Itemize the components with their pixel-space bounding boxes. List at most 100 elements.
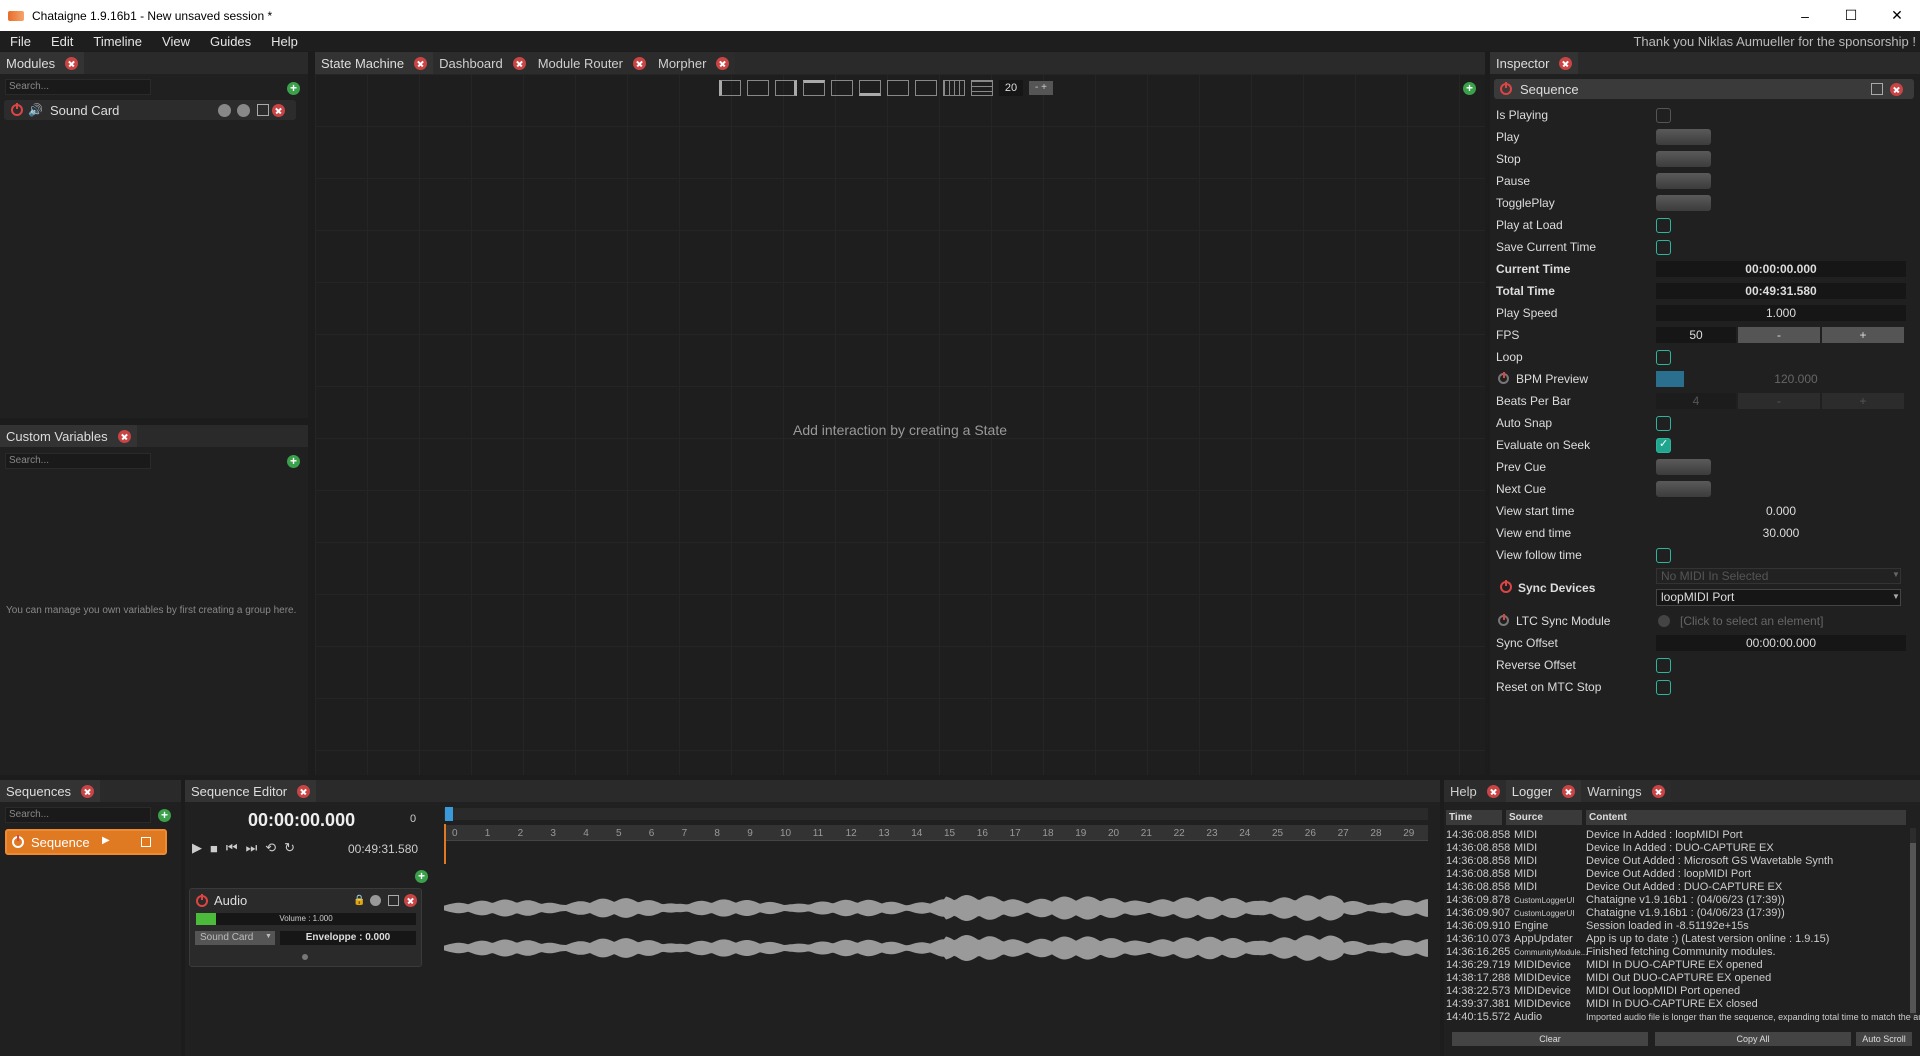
- resize-handle[interactable]: [302, 954, 308, 960]
- current-time-field[interactable]: 00:00:00.000: [1656, 261, 1906, 277]
- audio-device-dropdown[interactable]: Sound Card: [195, 931, 275, 945]
- midi-out-dropdown[interactable]: loopMIDI Port: [1656, 589, 1901, 606]
- tab-dashboard[interactable]: Dashboard: [433, 52, 532, 74]
- envelope-field[interactable]: Enveloppe : 0.000: [280, 931, 416, 945]
- tab-sequences[interactable]: Sequences: [0, 780, 101, 802]
- log-row[interactable]: 14:36:09.907 CustomLoggerUI Chataigne v1.9…: [1446, 907, 1785, 920]
- menu-timeline[interactable]: Timeline: [83, 34, 152, 49]
- menu-help[interactable]: Help: [261, 34, 308, 49]
- distribute-h-icon[interactable]: [887, 80, 909, 96]
- reverse-offset-checkbox[interactable]: [1656, 658, 1671, 673]
- reset-mtc-checkbox[interactable]: [1656, 680, 1671, 695]
- enable-checkbox[interactable]: [388, 895, 399, 906]
- log-scrollbar[interactable]: [1910, 828, 1916, 1018]
- tab-help[interactable]: Help: [1444, 780, 1506, 802]
- close-icon[interactable]: [716, 56, 730, 70]
- menu-file[interactable]: File: [0, 34, 41, 49]
- log-row[interactable]: 14:38:22.573 MIDIDevice MIDI Out loopMIDI …: [1446, 985, 1740, 998]
- log-row[interactable]: 14:36:08.858 MIDI Device Out Added : Micro…: [1446, 855, 1833, 868]
- tab-logger[interactable]: Logger: [1505, 780, 1582, 802]
- align-top-icon[interactable]: [803, 80, 825, 96]
- align-right-icon[interactable]: [775, 80, 797, 96]
- log-row[interactable]: 14:36:08.858 MIDI Device In Added : loopMI…: [1446, 829, 1743, 842]
- view-end-field[interactable]: 30.000: [1656, 525, 1906, 541]
- fps-minus-button[interactable]: -: [1738, 327, 1820, 343]
- tab-inspector[interactable]: Inspector: [1490, 52, 1579, 74]
- clear-button[interactable]: Clear: [1452, 1032, 1648, 1046]
- log-row[interactable]: 14:36:08.858 MIDI Device Out Added : loopM…: [1446, 868, 1751, 881]
- loop-icon[interactable]: ⟲: [265, 840, 276, 856]
- column-header-time[interactable]: Time: [1446, 810, 1502, 825]
- pause-trigger-button[interactable]: [1656, 173, 1711, 189]
- add-module-icon[interactable]: +: [287, 82, 300, 95]
- remove-icon[interactable]: [1890, 83, 1903, 96]
- sequence-item[interactable]: Sequence ▶: [5, 829, 167, 855]
- log-row[interactable]: 14:38:17.288 MIDIDevice MIDI Out DUO-CAPTU…: [1446, 972, 1771, 985]
- log-row[interactable]: 14:36:29.719 MIDIDevice MIDI In DUO-CAPTUR…: [1446, 959, 1763, 972]
- stop-trigger-button[interactable]: [1656, 151, 1711, 167]
- maximize-button[interactable]: ☐: [1828, 0, 1874, 31]
- fps-field[interactable]: 50: [1656, 327, 1736, 343]
- play-icon[interactable]: ▶: [192, 840, 202, 856]
- tab-custom-variables[interactable]: Custom Variables: [0, 425, 137, 447]
- close-window-button[interactable]: ✕: [1874, 0, 1920, 31]
- distribute-v-icon[interactable]: [915, 80, 937, 96]
- view-start-field[interactable]: 0.000: [1656, 503, 1906, 519]
- grid-icon[interactable]: [943, 80, 965, 96]
- log-row[interactable]: 14:36:09.878 CustomLoggerUI Chataigne v1.9…: [1446, 894, 1785, 907]
- grid-size-field[interactable]: 20: [999, 80, 1023, 96]
- tab-morpher[interactable]: Morpher: [652, 52, 736, 74]
- enable-checkbox[interactable]: [257, 104, 269, 116]
- play-icon[interactable]: ▶: [102, 835, 110, 846]
- tab-modules[interactable]: Modules: [0, 52, 85, 74]
- beats-plus-button[interactable]: +: [1822, 393, 1904, 409]
- play-at-load-checkbox[interactable]: [1656, 218, 1671, 233]
- auto-snap-checkbox[interactable]: [1656, 416, 1671, 431]
- align-center-v-icon[interactable]: [831, 80, 853, 96]
- add-sequence-icon[interactable]: +: [158, 809, 171, 822]
- snap-grid-icon[interactable]: [971, 80, 993, 96]
- add-layer-icon[interactable]: +: [415, 870, 428, 883]
- menu-guides[interactable]: Guides: [200, 34, 261, 49]
- timeline-scrollbar[interactable]: [444, 808, 1428, 820]
- play-trigger-button[interactable]: [1656, 129, 1711, 145]
- close-icon[interactable]: [81, 784, 95, 798]
- power-icon[interactable]: [196, 894, 208, 907]
- view-follow-checkbox[interactable]: [1656, 548, 1671, 563]
- stop-icon[interactable]: ■: [210, 841, 218, 856]
- tab-state-machine[interactable]: State Machine: [315, 52, 434, 74]
- close-icon[interactable]: [1559, 56, 1573, 70]
- close-icon[interactable]: [1486, 784, 1500, 798]
- log-row[interactable]: 14:39:37.381 MIDIDevice MIDI In DUO-CAPTUR…: [1446, 998, 1758, 1011]
- menu-edit[interactable]: Edit: [41, 34, 83, 49]
- grid-size-stepper[interactable]: - +: [1029, 81, 1053, 95]
- power-icon[interactable]: [1498, 614, 1509, 626]
- save-current-time-checkbox[interactable]: [1656, 240, 1671, 255]
- play-speed-field[interactable]: 1.000: [1656, 305, 1906, 321]
- evaluate-on-seek-checkbox[interactable]: ✓: [1656, 438, 1671, 453]
- midi-in-dropdown[interactable]: No MIDI In Selected: [1656, 568, 1901, 584]
- bpm-color-swatch[interactable]: [1656, 371, 1684, 387]
- column-header-content[interactable]: Content: [1586, 810, 1906, 825]
- close-icon[interactable]: [65, 56, 79, 70]
- close-icon[interactable]: [414, 56, 428, 70]
- skip-back-icon[interactable]: ⏮: [226, 840, 238, 856]
- add-state-icon[interactable]: +: [1463, 82, 1476, 95]
- remove-module-icon[interactable]: [272, 104, 285, 117]
- toggle-play-trigger-button[interactable]: [1656, 195, 1711, 211]
- log-row[interactable]: 14:36:08.858 MIDI Device In Added : DUO-CA…: [1446, 842, 1774, 855]
- enable-checkbox[interactable]: [141, 837, 151, 847]
- align-center-h-icon[interactable]: [747, 80, 769, 96]
- fps-plus-button[interactable]: +: [1822, 327, 1904, 343]
- add-group-icon[interactable]: +: [287, 455, 300, 468]
- module-item-sound-card[interactable]: 🔊 Sound Card: [4, 100, 296, 120]
- time-cursor-handle[interactable]: [445, 807, 453, 821]
- log-row[interactable]: 14:36:16.265 CommunityModule...Finished f…: [1446, 946, 1776, 959]
- close-icon[interactable]: [633, 56, 646, 70]
- total-time-field[interactable]: 00:49:31.580: [1656, 283, 1906, 299]
- sync-offset-field[interactable]: 00:00:00.000: [1656, 635, 1906, 651]
- log-row[interactable]: 14:36:08.858 MIDI Device Out Added : DUO-C…: [1446, 881, 1782, 894]
- ltc-target-field[interactable]: [Click to select an element]: [1680, 614, 1823, 628]
- modules-search-input[interactable]: Search...: [5, 79, 151, 95]
- bpm-field[interactable]: 120.000: [1686, 371, 1906, 387]
